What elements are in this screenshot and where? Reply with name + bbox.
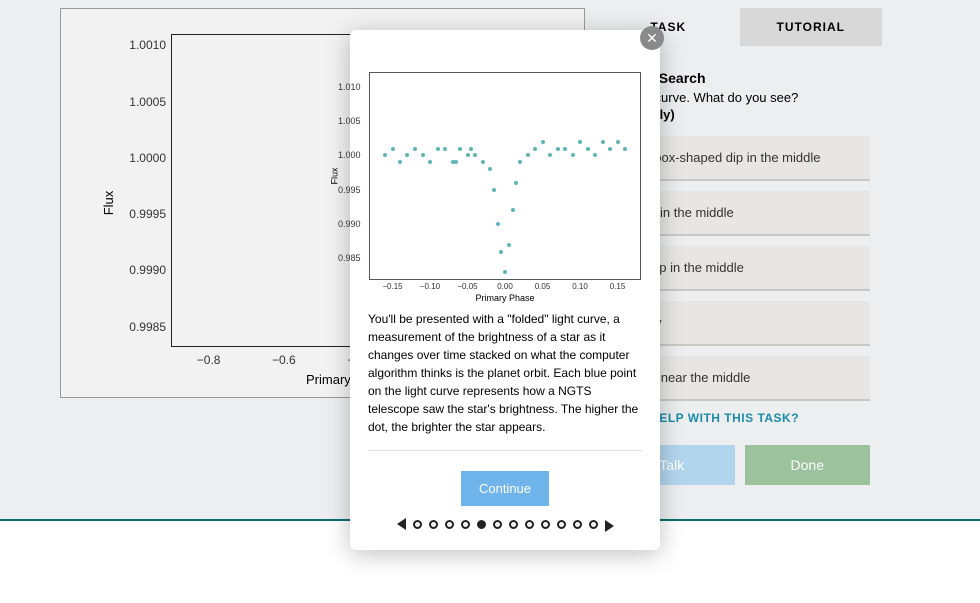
data-point: [458, 147, 462, 151]
prev-arrow-icon[interactable]: [397, 518, 406, 530]
data-point: [413, 147, 417, 151]
data-point: [608, 147, 612, 151]
pagination-dot[interactable]: [477, 520, 486, 529]
data-point: [518, 160, 522, 164]
modal-y-tick: 1.010: [338, 82, 361, 92]
continue-button[interactable]: Continue: [461, 471, 549, 506]
data-point: [473, 153, 477, 157]
pagination-dot[interactable]: [541, 520, 550, 529]
y-tick: 1.0000: [111, 151, 166, 165]
pagination-dot[interactable]: [573, 520, 582, 529]
y-tick: 0.9995: [111, 207, 166, 221]
modal-x-tick: 0.15: [610, 282, 626, 291]
data-point: [503, 270, 507, 274]
data-point: [466, 153, 470, 157]
modal-x-label: Primary Phase: [475, 293, 534, 303]
modal-y-tick: 1.000: [338, 150, 361, 160]
data-point: [383, 153, 387, 157]
modal-scatter-chart: Flux Primary Phase 1.0101.0051.0000.9950…: [369, 72, 641, 280]
pagination-dot[interactable]: [557, 520, 566, 529]
data-point: [507, 243, 511, 247]
data-point: [571, 153, 575, 157]
data-point: [563, 147, 567, 151]
y-tick: 0.9985: [111, 320, 166, 334]
data-point: [488, 167, 492, 171]
pagination-dot[interactable]: [461, 520, 470, 529]
data-point: [496, 222, 500, 226]
tutorial-text: You'll be presented with a "folded" ligh…: [368, 310, 642, 451]
data-point: [541, 140, 545, 144]
pagination-dot[interactable]: [429, 520, 438, 529]
data-point: [405, 153, 409, 157]
modal-y-tick: 1.005: [338, 116, 361, 126]
data-point: [454, 160, 458, 164]
pagination-dot[interactable]: [445, 520, 454, 529]
modal-y-label: Flux: [330, 167, 340, 184]
pagination-dot[interactable]: [509, 520, 518, 529]
data-point: [499, 250, 503, 254]
data-point: [514, 181, 518, 185]
tutorial-modal: ✕ Flux Primary Phase 1.0101.0051.0000.99…: [350, 30, 660, 550]
pagination-dot[interactable]: [493, 520, 502, 529]
data-point: [511, 208, 515, 212]
data-point: [428, 160, 432, 164]
pagination-dot[interactable]: [589, 520, 598, 529]
modal-x-tick: 0.10: [572, 282, 588, 291]
pagination: [368, 516, 642, 532]
modal-y-tick: 0.995: [338, 185, 361, 195]
data-point: [492, 188, 496, 192]
data-point: [398, 160, 402, 164]
done-button[interactable]: Done: [745, 445, 871, 485]
tab-tutorial[interactable]: TUTORIAL: [740, 8, 883, 46]
modal-x-tick: −0.05: [457, 282, 477, 291]
pagination-dot[interactable]: [413, 520, 422, 529]
modal-x-tick: −0.10: [420, 282, 440, 291]
modal-x-tick: 0.05: [535, 282, 551, 291]
data-point: [391, 147, 395, 151]
close-icon[interactable]: ✕: [640, 26, 664, 50]
modal-x-tick: −0.15: [382, 282, 402, 291]
data-point: [593, 153, 597, 157]
data-point: [526, 153, 530, 157]
modal-x-tick: 0.00: [497, 282, 513, 291]
data-point: [421, 153, 425, 157]
data-point: [556, 147, 560, 151]
data-point: [578, 140, 582, 144]
data-point: [436, 147, 440, 151]
data-point: [586, 147, 590, 151]
y-tick: 0.9990: [111, 263, 166, 277]
pagination-dot[interactable]: [525, 520, 534, 529]
y-tick: 1.0005: [111, 95, 166, 109]
modal-y-tick: 0.990: [338, 219, 361, 229]
x-tick: −0.6: [272, 353, 296, 367]
data-point: [443, 147, 447, 151]
data-point: [533, 147, 537, 151]
x-tick: −0.8: [197, 353, 221, 367]
data-point: [548, 153, 552, 157]
data-point: [601, 140, 605, 144]
data-point: [616, 140, 620, 144]
modal-y-tick: 0.985: [338, 253, 361, 263]
next-arrow-icon[interactable]: [605, 520, 614, 532]
y-tick: 1.0010: [111, 38, 166, 52]
data-point: [469, 147, 473, 151]
data-point: [623, 147, 627, 151]
data-point: [481, 160, 485, 164]
